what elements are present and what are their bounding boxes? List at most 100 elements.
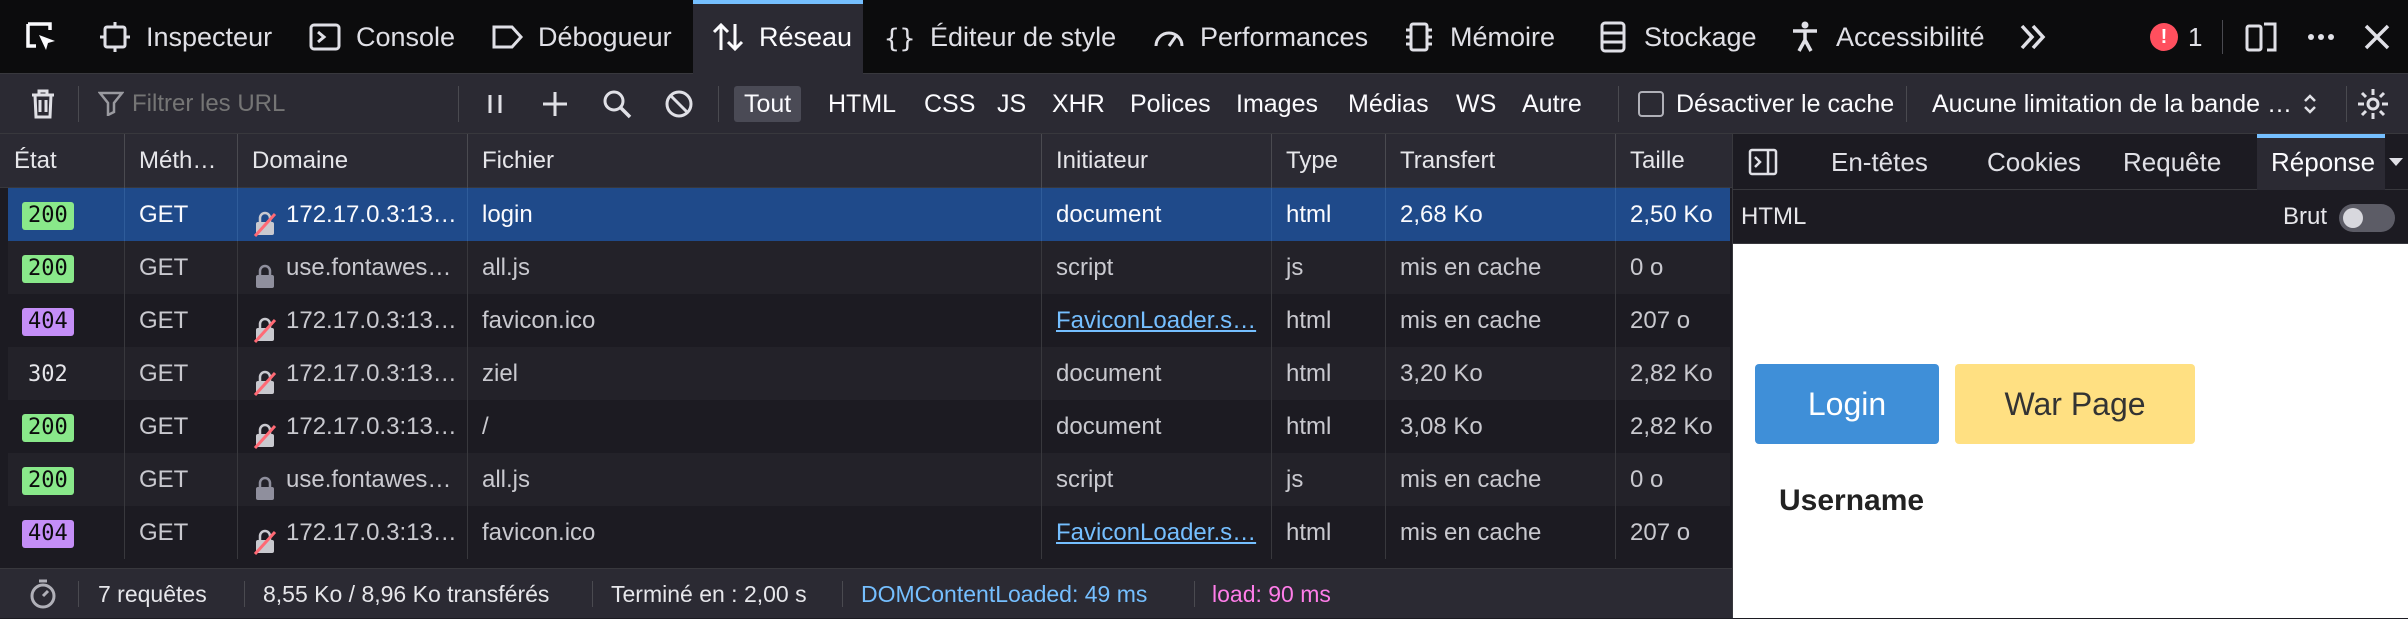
search-icon[interactable] [600,87,634,121]
filter-type-js[interactable]: JS [987,86,1036,122]
tab-label: Accessibilité [1836,21,1985,52]
storage-icon [1596,20,1630,54]
method-cell: GET [125,400,238,453]
table-row[interactable]: 200 GET 172.17.0.3:13… / document html 3,08 Ko… [8,400,1730,453]
size-cell: 207 o [1630,519,1691,546]
column-header-taille[interactable]: Taille [1616,134,1732,188]
tab-label: Mémoire [1450,21,1556,52]
initiator-cell[interactable]: FaviconLoader.s… [1042,506,1272,559]
insecure-lock-icon [252,203,278,237]
tab-cookies[interactable]: Cookies [1973,134,2095,190]
column-header-transfert[interactable]: Transfert [1386,134,1616,188]
response-format-bar: HTML Brut [1733,190,2408,244]
file-cell: favicon.ico [468,294,1042,347]
svg-text:{}: {} [884,24,915,54]
filter-type-xhr[interactable]: XHR [1042,86,1115,122]
filter-type-ws[interactable]: WS [1446,86,1506,122]
close-icon[interactable] [2360,20,2394,54]
column-header-type[interactable]: Type [1272,134,1386,188]
error-icon: ! [2150,23,2178,51]
tab-reponse[interactable]: Réponse [2257,134,2385,190]
filter-type-autre[interactable]: Autre [1512,86,1592,122]
table-row[interactable]: 302 GET 172.17.0.3:13… ziel document html 3,20… [8,347,1730,400]
tab-inspecteur[interactable]: Inspecteur [98,0,288,74]
insecure-lock-icon [252,521,278,555]
tab-label: Inspecteur [146,21,273,52]
trash-icon[interactable] [26,87,60,121]
war-page-button[interactable]: War Page [1955,364,2195,444]
table-row[interactable]: 200 GET use.fontawes… all.js script js mis en … [8,453,1730,506]
error-count: 1 [2188,21,2203,52]
filter-type-polices[interactable]: Polices [1120,86,1221,122]
tab-label: Stockage [1644,21,1757,52]
tab-reseau[interactable]: Réseau [693,0,863,74]
domain-text: 172.17.0.3:13… [286,413,457,440]
filter-type-html[interactable]: HTML [818,86,906,122]
finished-time: Terminé en : 2,00 s [611,581,807,607]
disable-cache-checkbox[interactable]: Désactiver le cache [1638,74,1894,134]
domain-text: 172.17.0.3:13… [286,307,457,334]
column-header-fichier[interactable]: Fichier [468,134,1042,188]
filter-type-css[interactable]: CSS [914,86,985,122]
column-header-etat[interactable]: État [0,134,125,188]
filter-type-tout[interactable]: Tout [734,86,802,122]
tab-performances[interactable]: Performances [1152,0,1372,74]
status-badge: 200 [22,467,74,495]
table-row[interactable]: 404 GET 172.17.0.3:13… favicon.ico FaviconLo… [8,506,1730,559]
filter-icon [98,90,124,116]
status-cell: 200 [8,453,125,506]
status-badge: 302 [28,362,68,387]
tab-label: Débogueur [538,21,672,52]
column-header-methode[interactable]: Méth… [125,134,238,188]
devtools-toolbar: Inspecteur Console Débogueur Réseau {} É… [0,0,2408,74]
tab-stockage[interactable]: Stockage [1596,0,1766,74]
settings-gear-icon[interactable] [2356,87,2390,121]
filter-type-images[interactable]: Images [1226,86,1328,122]
initiator-cell: document [1042,347,1272,400]
tab-accessibilite[interactable]: Accessibilité [1788,0,1988,74]
tab-en-tetes[interactable]: En-têtes [1817,134,1942,190]
file-cell: / [468,400,1042,453]
table-row[interactable]: 200 GET use.fontawes… all.js script js mis en … [8,241,1730,294]
filter-divider [1906,86,1907,122]
login-button[interactable]: Login [1755,364,1939,444]
column-header-initiateur[interactable]: Initiateur [1042,134,1272,188]
block-requests-icon[interactable] [662,87,696,121]
tab-debogueur[interactable]: Débogueur [490,0,690,74]
error-count-indicator[interactable]: ! 1 [2150,18,2202,56]
more-tabs-chevron-icon[interactable] [2016,20,2050,54]
column-header-domaine[interactable]: Domaine [238,134,468,188]
toggle-sidebar-icon[interactable] [1747,146,1779,178]
tab-console[interactable]: Console [308,0,468,74]
stopwatch-icon[interactable] [26,577,60,611]
tab-editeur-de-style[interactable]: {} Éditeur de style [882,0,1152,74]
table-row[interactable]: 200 GET 172.17.0.3:13… login document html 2,6… [8,188,1730,241]
domain-text: use.fontawes… [286,254,452,281]
responsive-design-icon[interactable] [2244,20,2278,54]
tab-requete[interactable]: Requête [2109,134,2235,190]
select-arrows-icon [2300,91,2320,117]
table-row[interactable]: 404 GET 172.17.0.3:13… favicon.ico FaviconLo… [8,294,1730,347]
add-request-icon[interactable] [538,87,572,121]
initiator-cell[interactable]: FaviconLoader.s… [1042,294,1272,347]
more-options-icon[interactable] [2304,20,2338,54]
tab-label: Réseau [759,21,853,52]
type-cell: js [1272,453,1386,506]
pause-icon[interactable] [478,87,512,121]
filter-type-medias[interactable]: Médias [1338,86,1439,122]
tab-memoire[interactable]: Mémoire [1402,0,1572,74]
disable-cache-label: Désactiver le cache [1676,89,1895,118]
status-divider [244,581,245,607]
initiator-cell: script [1042,241,1272,294]
url-filter-input[interactable] [130,86,450,122]
username-label: Username [1779,484,1925,517]
size-cell: 0 o [1630,466,1664,493]
requests-table: État Méth… Domaine Fichier Initiateur Ty… [0,134,1732,568]
raw-toggle[interactable] [2339,204,2395,232]
tab-label: Performances [1200,21,1369,52]
throttling-select[interactable]: Aucune limitation de la bande … [1932,74,2320,134]
element-picker-icon[interactable] [22,18,62,58]
transfer-cell: mis en cache [1386,453,1616,506]
chevron-down-icon[interactable] [2385,152,2407,172]
request-details-panel: En-têtes Cookies Requête Réponse HTML Br… [1732,134,2408,618]
